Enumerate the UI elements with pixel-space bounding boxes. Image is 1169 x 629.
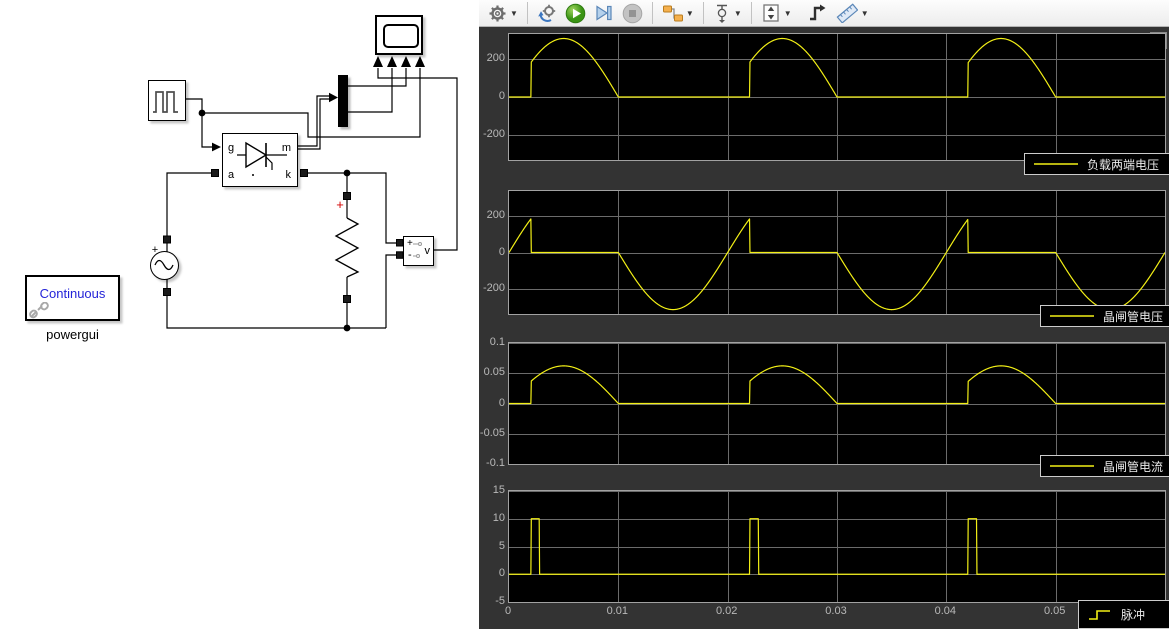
thyristor-symbol-icon	[223, 134, 295, 184]
legend-text: 负载两端电压	[1087, 156, 1159, 173]
scope-window: ▼	[479, 0, 1169, 629]
stop-button[interactable]	[619, 1, 646, 25]
scale-axes-icon	[761, 3, 781, 23]
scope-plot-3[interactable]	[508, 342, 1166, 465]
y-tick-label: -0.05	[479, 426, 505, 440]
cursor-measurements-icon	[836, 3, 858, 23]
ac-voltage-source-block[interactable]	[150, 251, 179, 280]
scope-toolbar: ▼	[479, 0, 1169, 27]
scope-plot-1[interactable]	[508, 33, 1166, 161]
y-tick-label: -0.1	[479, 456, 505, 470]
y-tick-label: 0	[479, 396, 505, 410]
demux-input-arrow-icon	[329, 93, 338, 102]
scope-screen-icon	[383, 24, 419, 48]
step-forward-button[interactable]	[591, 1, 617, 25]
cursor-measurements-button[interactable]: ▼	[833, 1, 872, 25]
toolbar-separator	[751, 2, 752, 24]
y-tick-label: 200	[479, 51, 505, 65]
port-squares	[164, 170, 404, 303]
scope-plot-2[interactable]	[508, 190, 1166, 315]
run-icon	[565, 3, 586, 24]
plot-legend[interactable]: 负载两端电压	[1024, 153, 1169, 175]
y-tick-label: 10	[479, 511, 505, 525]
x-tick-label: 0.03	[814, 605, 858, 617]
broken-link-icon	[29, 302, 51, 320]
x-tick-label: 0	[486, 605, 530, 617]
step-forward-icon	[594, 3, 614, 23]
run-button[interactable]	[562, 1, 589, 25]
signal-statistics-icon	[808, 3, 828, 23]
highlight-signal-icon	[662, 3, 683, 23]
sine-icon	[151, 252, 177, 278]
dropdown-arrow-icon: ▼	[686, 9, 694, 18]
toolbar-separator	[652, 2, 653, 24]
simulink-application: { "model": { "blocks": { "pulse_generato…	[0, 0, 1169, 629]
powergui-block[interactable]: Continuous	[25, 275, 120, 321]
dropdown-arrow-icon: ▼	[861, 9, 869, 18]
stepping-options-button[interactable]	[534, 1, 560, 25]
y-tick-label: 200	[479, 208, 505, 222]
trigger-icon	[713, 3, 731, 23]
settings-button[interactable]: ▼	[485, 1, 521, 25]
y-tick-label: 0.1	[479, 335, 505, 349]
highlight-signal-button[interactable]: ▼	[659, 1, 697, 25]
legend-line-icon	[1034, 161, 1078, 167]
pulse-generator-block[interactable]	[148, 80, 186, 121]
powergui-block-label: powergui	[25, 327, 120, 342]
legend-step-line-icon	[1088, 608, 1112, 622]
powergui-mode-text: Continuous	[27, 286, 118, 301]
x-tick-label: 0.02	[705, 605, 749, 617]
thyristor-block[interactable]: g m a k	[222, 133, 298, 187]
model-canvas[interactable]: g m a k + - v Continuous	[0, 0, 479, 629]
square-wave-icon	[149, 81, 184, 119]
x-tick-label: 0.05	[1033, 605, 1077, 617]
y-tick-label: 0	[479, 89, 505, 103]
plot-legend[interactable]: 脉冲	[1078, 600, 1169, 629]
dropdown-arrow-icon: ▼	[734, 9, 742, 18]
scope-input-ports	[373, 56, 425, 67]
vm-terminals-icon	[404, 237, 432, 265]
signal-statistics-button[interactable]	[805, 1, 831, 25]
legend-text: 脉冲	[1121, 606, 1145, 623]
x-tick-label: 0.04	[923, 605, 967, 617]
y-tick-label: -200	[479, 127, 505, 141]
simulation-stepping-options-icon	[537, 3, 557, 23]
trigger-button[interactable]: ▼	[710, 1, 745, 25]
toolbar-separator	[527, 2, 528, 24]
resistor-plus-sign: +	[336, 197, 344, 212]
plot-legend[interactable]: 晶闸管电流	[1040, 455, 1169, 477]
gate-arrow-icon	[212, 143, 221, 152]
demux-block[interactable]	[338, 75, 348, 127]
voltage-measurement-block[interactable]: + - v	[403, 236, 434, 266]
legend-text: 晶闸管电压	[1103, 308, 1163, 325]
y-tick-label: 0.05	[479, 365, 505, 379]
y-tick-label: 5	[479, 539, 505, 553]
dropdown-arrow-icon: ▼	[784, 9, 792, 18]
scale-axes-button[interactable]: ▼	[758, 1, 795, 25]
y-tick-label: -200	[479, 281, 505, 295]
scope-block[interactable]	[375, 15, 423, 55]
toolbar-separator	[703, 2, 704, 24]
scope-plot-area: 200 0 -200 负载两端电压 200 0 -200 晶闸管电压 0.1 0.05 0 -0.05…	[479, 28, 1169, 629]
y-tick-label: 15	[479, 483, 505, 497]
plot-legend[interactable]: 晶闸管电压	[1040, 305, 1169, 327]
legend-line-icon	[1050, 463, 1094, 469]
y-tick-label: 0	[479, 245, 505, 259]
settings-gear-icon	[488, 4, 507, 23]
legend-text: 晶闸管电流	[1103, 458, 1163, 475]
stop-icon	[622, 3, 643, 24]
legend-line-icon	[1050, 313, 1094, 319]
dropdown-arrow-icon: ▼	[510, 9, 518, 18]
y-tick-label: 0	[479, 566, 505, 580]
scope-plot-4[interactable]	[508, 490, 1166, 603]
x-tick-label: 0.01	[595, 605, 639, 617]
